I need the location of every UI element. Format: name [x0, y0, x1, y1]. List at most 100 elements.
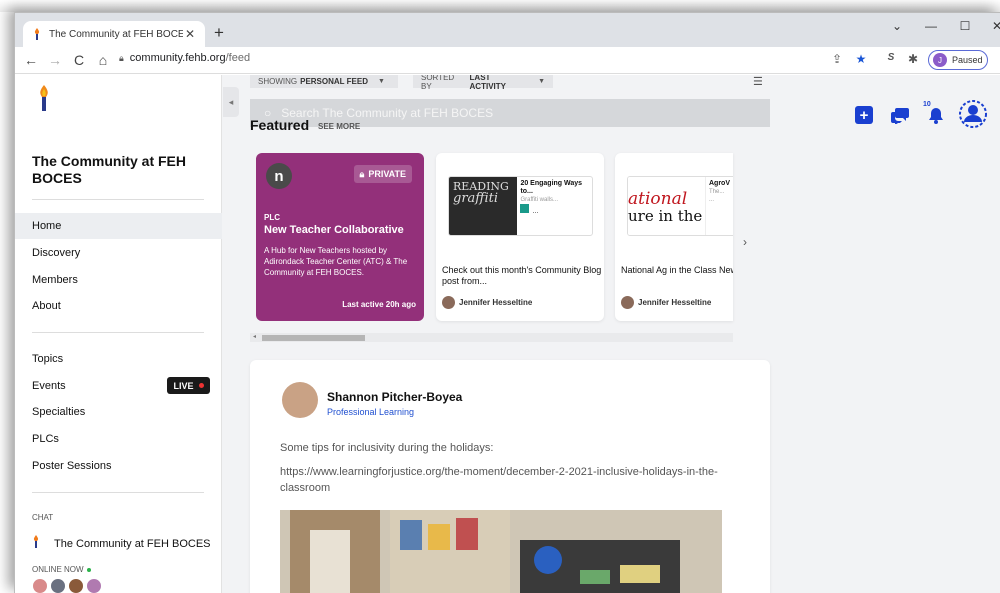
divider	[32, 332, 204, 333]
plc-tag: PLC	[264, 213, 280, 222]
link-preview[interactable]: ational ure in the AgroV The... ...	[627, 176, 733, 236]
scrollbar-thumb[interactable]	[262, 335, 365, 341]
community-logo[interactable]	[37, 85, 51, 113]
browser-window: The Community at FEH BOCES ✕ + ⌄ — ☐ ✕ ←…	[14, 12, 1000, 593]
browser-toolbar: ← → C ⌂ 🔒︎ community.fehb.org/feed ⇪ ★ S…	[15, 47, 1000, 74]
plc-description: A Hub for New Teachers hosted by Adirond…	[264, 246, 408, 277]
tab-search-icon[interactable]: ⌄	[887, 19, 907, 33]
chat-bubbles-icon[interactable]	[891, 106, 909, 125]
horizontal-scrollbar[interactable]: ◂	[250, 333, 733, 342]
forward-arrow-icon[interactable]: →	[43, 52, 67, 68]
preview-text: 20 Engaging Ways to... Graffiti walls...…	[520, 180, 583, 215]
avatar	[621, 296, 634, 309]
chat-item-label: The Community at FEH BOCES	[54, 537, 211, 550]
plc-logo: n	[266, 163, 292, 189]
share-icon[interactable]: ⇪	[829, 52, 845, 66]
carousel-next-icon[interactable]: ›	[743, 235, 747, 249]
sidebar: The Community at FEH BOCES Home Discover…	[15, 75, 222, 593]
post-text: Some tips for inclusivity during the hol…	[280, 442, 494, 454]
avatar[interactable]	[86, 578, 102, 593]
new-tab-button[interactable]: +	[209, 23, 229, 43]
preview-text: AgroV The... ...	[709, 180, 730, 203]
divider	[32, 492, 204, 493]
online-avatars	[32, 578, 104, 593]
avatar[interactable]	[68, 578, 84, 593]
user-account-icon[interactable]	[958, 99, 988, 129]
preview-image: ational ure in the	[628, 177, 706, 235]
nav-topics[interactable]: Topics	[15, 346, 222, 372]
post-link[interactable]: https://www.learningforjustice.org/the-m…	[280, 464, 720, 496]
featured-card[interactable]: READING graffiti 20 Engaging Ways to... …	[436, 153, 604, 321]
avatar[interactable]	[50, 578, 66, 593]
profile-button[interactable]: J Paused	[928, 50, 988, 70]
torch-icon	[32, 535, 40, 552]
chevron-down-icon: ▼	[538, 78, 545, 85]
nav-members[interactable]: Members	[15, 267, 222, 293]
sort-filter-dropdown[interactable]: SORTED BY LAST ACTIVITY ▼	[413, 75, 553, 91]
link-preview[interactable]: READING graffiti 20 Engaging Ways to... …	[448, 176, 593, 236]
chat-item[interactable]: The Community at FEH BOCES	[32, 535, 211, 552]
live-dot-icon	[198, 383, 204, 388]
close-window-button[interactable]: ✕	[987, 19, 1000, 33]
page-content: The Community at FEH BOCES Home Discover…	[15, 75, 1000, 593]
profile-status: Paused	[952, 55, 983, 65]
bell-icon[interactable]	[927, 106, 945, 124]
minimize-button[interactable]: —	[921, 19, 941, 33]
collapse-sidebar-button[interactable]: ◂	[223, 87, 239, 117]
divider	[32, 199, 204, 200]
live-label: LIVE	[173, 380, 194, 391]
feed-post: Shannon Pitcher-Boyea Professional Learn…	[250, 360, 770, 593]
nav-about[interactable]: About	[15, 293, 222, 319]
tab-title: The Community at FEH BOCES	[49, 28, 183, 40]
plc-card[interactable]: n 🔒︎ PRIVATE PLC New Teacher Collaborativ…	[256, 153, 424, 321]
bookmark-star-icon[interactable]: ★	[853, 52, 869, 66]
maximize-button[interactable]: ☐	[955, 19, 975, 33]
back-arrow-icon[interactable]: ←	[19, 52, 43, 68]
nav-home[interactable]: Home	[15, 213, 222, 239]
lock-icon: 🔒︎	[119, 52, 124, 63]
chat-heading: CHAT	[32, 513, 54, 522]
nav-discovery[interactable]: Discovery	[15, 240, 222, 266]
url-host: community.fehb.org	[129, 52, 226, 64]
extensions-puzzle-icon[interactable]: ✱	[905, 52, 921, 66]
list-view-icon[interactable]: ☰	[753, 75, 763, 88]
address-bar[interactable]: 🔒︎ community.fehb.org/feed	[119, 52, 250, 64]
extension-s-icon[interactable]: S	[883, 52, 899, 63]
avatar	[442, 296, 455, 309]
post-group-link[interactable]: Professional Learning	[327, 407, 414, 417]
torch-favicon-icon	[31, 28, 43, 40]
card-author[interactable]: Jennifer Hesseltine	[621, 296, 711, 309]
create-post-button[interactable]: +	[855, 106, 873, 124]
lock-icon: 🔒︎	[359, 168, 365, 179]
live-badge[interactable]: LIVE	[167, 377, 210, 394]
online-dot-icon	[86, 567, 91, 572]
browser-tab[interactable]: The Community at FEH BOCES ✕	[23, 21, 205, 47]
card-author[interactable]: Jennifer Hesseltine	[442, 296, 532, 309]
nav-specialties[interactable]: Specialties	[15, 399, 222, 425]
avatar[interactable]	[282, 382, 318, 418]
post-author[interactable]: Shannon Pitcher-Boyea	[327, 390, 462, 404]
community-title[interactable]: The Community at FEH BOCES	[32, 153, 212, 187]
online-now-heading: ONLINE NOW	[32, 565, 91, 574]
reload-icon[interactable]: C	[67, 52, 91, 68]
search-placeholder: Search The Community at FEH BOCES	[281, 106, 494, 120]
feed-filters: SHOWING PERSONAL FEED ▼ SORTED BY LAST ACTI…	[250, 75, 768, 91]
featured-heading: Featured	[250, 117, 310, 133]
avatar[interactable]	[32, 578, 48, 593]
desktop-edge	[0, 0, 1000, 12]
tab-close-icon[interactable]: ✕	[183, 27, 197, 41]
chevron-down-icon: ▼	[377, 78, 385, 85]
post-image[interactable]	[280, 510, 722, 593]
tab-strip: The Community at FEH BOCES ✕ + ⌄ — ☐ ✕	[15, 13, 1000, 47]
nav-poster-sessions[interactable]: Poster Sessions	[15, 453, 222, 479]
see-more-link[interactable]: SEE MORE	[318, 122, 360, 131]
profile-avatar: J	[933, 53, 947, 67]
featured-card[interactable]: ational ure in the AgroV The... ... Nati…	[615, 153, 733, 321]
scroll-left-icon: ◂	[253, 334, 257, 340]
nav-plcs[interactable]: PLCs	[15, 426, 222, 452]
home-icon[interactable]: ⌂	[91, 52, 115, 68]
plc-last-active: Last active 20h ago	[342, 300, 416, 309]
url-path: /feed	[225, 52, 251, 64]
showing-filter-dropdown[interactable]: SHOWING PERSONAL FEED ▼	[250, 75, 398, 88]
card-caption: Check out this month's Community Blog po…	[442, 265, 602, 286]
